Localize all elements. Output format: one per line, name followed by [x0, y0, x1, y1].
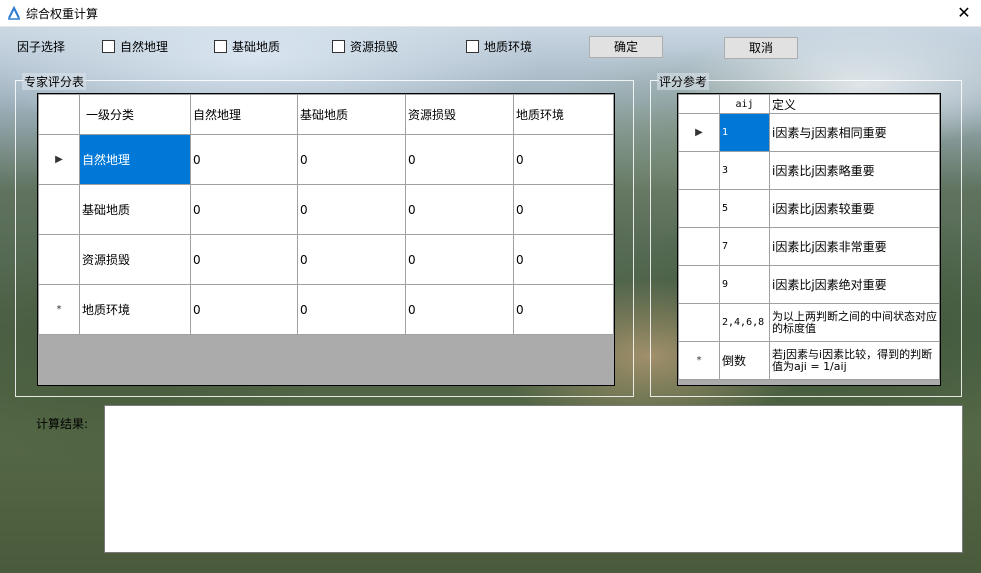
- factor-select-label: 因子选择: [17, 40, 66, 54]
- row-header-cell[interactable]: [678, 227, 720, 266]
- table-row[interactable]: * 地质环境 0 0 0 0: [38, 284, 614, 335]
- row-header-cell[interactable]: [678, 265, 720, 304]
- cell-category[interactable]: 基础地质: [79, 184, 191, 235]
- cell-definition[interactable]: 若j因素与i因素比较，得到的判断值为aji = 1/aij: [769, 341, 940, 380]
- cell-value[interactable]: 0: [190, 234, 298, 285]
- cell-definition[interactable]: 为以上两判断之间的中间状态对应的标度值: [769, 303, 940, 342]
- app-logo-icon: [8, 5, 20, 20]
- table-row[interactable]: 7 i因素比j因素非常重要: [678, 227, 940, 266]
- cell-aij[interactable]: 5: [719, 189, 770, 228]
- checkbox-label: 地质环境: [484, 40, 533, 54]
- table-row[interactable]: ▶ 自然地理 0 0 0 0: [38, 134, 614, 185]
- cell-category[interactable]: 资源损毁: [79, 234, 191, 285]
- cell-value[interactable]: 0: [513, 184, 614, 235]
- score-reference-legend: 评分参考: [657, 73, 710, 90]
- cell-value[interactable]: 0: [190, 184, 298, 235]
- cell-value[interactable]: 0: [513, 234, 614, 285]
- checkbox-resource-damage[interactable]: 资源损毁: [332, 38, 398, 55]
- cell-definition[interactable]: i因素与j因素相同重要: [769, 113, 940, 152]
- corner-header-cell: [38, 94, 80, 135]
- cell-aij[interactable]: 9: [719, 265, 770, 304]
- table-row[interactable]: * 倒数 若j因素与i因素比较，得到的判断值为aji = 1/aij: [678, 341, 940, 380]
- window-title: 综合权重计算: [26, 7, 99, 21]
- checkbox-label: 资源损毁: [350, 40, 399, 54]
- result-textbox[interactable]: [104, 405, 963, 553]
- checkbox-natural-geography[interactable]: 自然地理: [102, 38, 168, 55]
- score-reference-grid[interactable]: aij 定义 ▶ 1 i因素与j因素相同重要 3 i因素比j因素略重要 5 i因…: [677, 93, 941, 386]
- cell-definition[interactable]: i因素比j因素略重要: [769, 151, 940, 190]
- cell-value[interactable]: 0: [297, 284, 406, 335]
- table-header-row: aij 定义: [678, 94, 940, 114]
- table-row[interactable]: 5 i因素比j因素较重要: [678, 189, 940, 228]
- expert-score-legend: 专家评分表: [22, 73, 87, 90]
- ok-button[interactable]: 确定: [589, 36, 663, 58]
- cell-value[interactable]: 0: [297, 234, 406, 285]
- title-bar: 综合权重计算 ✕: [0, 0, 981, 27]
- result-label: 计算结果:: [36, 417, 89, 431]
- cell-aij[interactable]: 2,4,6,8: [719, 303, 770, 342]
- table-row[interactable]: 9 i因素比j因素绝对重要: [678, 265, 940, 304]
- table-row[interactable]: 3 i因素比j因素略重要: [678, 151, 940, 190]
- cell-aij[interactable]: 7: [719, 227, 770, 266]
- cell-value[interactable]: 0: [405, 134, 514, 185]
- close-button[interactable]: ✕: [953, 2, 975, 24]
- cell-definition[interactable]: i因素比j因素非常重要: [769, 227, 940, 266]
- column-header[interactable]: 资源损毁: [405, 94, 514, 135]
- cell-value[interactable]: 0: [297, 134, 406, 185]
- column-header-aij[interactable]: aij: [719, 94, 770, 114]
- cell-category[interactable]: 地质环境: [79, 284, 191, 335]
- new-row-asterisk-icon[interactable]: *: [38, 284, 80, 335]
- cell-definition[interactable]: i因素比j因素较重要: [769, 189, 940, 228]
- cell-aij[interactable]: 倒数: [719, 341, 770, 380]
- expert-score-table: 一级分类 自然地理 基础地质 资源损毁 地质环境 ▶ 自然地理 0 0 0 0 …: [38, 94, 614, 335]
- cell-value[interactable]: 0: [190, 134, 298, 185]
- row-header-cell[interactable]: [678, 303, 720, 342]
- row-header-cell[interactable]: [678, 151, 720, 190]
- table-row[interactable]: 资源损毁 0 0 0 0: [38, 234, 614, 285]
- column-header[interactable]: 地质环境: [513, 94, 614, 135]
- cell-value[interactable]: 0: [513, 134, 614, 185]
- column-header[interactable]: 自然地理: [190, 94, 298, 135]
- corner-header-cell: [678, 94, 720, 114]
- checkbox-box[interactable]: [466, 40, 479, 53]
- cell-value[interactable]: 0: [297, 184, 406, 235]
- cell-definition[interactable]: i因素比j因素绝对重要: [769, 265, 940, 304]
- new-row-asterisk-icon[interactable]: *: [678, 341, 720, 380]
- checkbox-box[interactable]: [214, 40, 227, 53]
- row-current-marker-icon[interactable]: ▶: [678, 113, 720, 152]
- table-row[interactable]: ▶ 1 i因素与j因素相同重要: [678, 113, 940, 152]
- table-row[interactable]: 基础地质 0 0 0 0: [38, 184, 614, 235]
- cell-aij[interactable]: 1: [719, 113, 770, 152]
- cell-value[interactable]: 0: [513, 284, 614, 335]
- checkbox-box[interactable]: [102, 40, 115, 53]
- expert-score-grid[interactable]: 一级分类 自然地理 基础地质 资源损毁 地质环境 ▶ 自然地理 0 0 0 0 …: [37, 93, 615, 386]
- cancel-button[interactable]: 取消: [724, 37, 798, 59]
- checkbox-box[interactable]: [332, 40, 345, 53]
- checkbox-label: 自然地理: [120, 40, 169, 54]
- cell-aij[interactable]: 3: [719, 151, 770, 190]
- cell-category[interactable]: 自然地理: [79, 134, 191, 185]
- column-header-definition[interactable]: 定义: [769, 94, 940, 114]
- checkbox-basic-geology[interactable]: 基础地质: [214, 38, 280, 55]
- cell-value[interactable]: 0: [405, 284, 514, 335]
- cell-value[interactable]: 0: [405, 184, 514, 235]
- checkbox-label: 基础地质: [232, 40, 281, 54]
- score-reference-table: aij 定义 ▶ 1 i因素与j因素相同重要 3 i因素比j因素略重要 5 i因…: [678, 94, 940, 380]
- column-header[interactable]: 基础地质: [297, 94, 406, 135]
- table-row[interactable]: 2,4,6,8 为以上两判断之间的中间状态对应的标度值: [678, 303, 940, 342]
- row-current-marker-icon[interactable]: ▶: [38, 134, 80, 185]
- cell-value[interactable]: 0: [190, 284, 298, 335]
- table-header-row: 一级分类 自然地理 基础地质 资源损毁 地质环境: [38, 94, 614, 135]
- column-header[interactable]: 一级分类: [79, 94, 191, 135]
- row-header-cell[interactable]: [38, 184, 80, 235]
- row-header-cell[interactable]: [678, 189, 720, 228]
- row-header-cell[interactable]: [38, 234, 80, 285]
- cell-value[interactable]: 0: [405, 234, 514, 285]
- checkbox-geo-environment[interactable]: 地质环境: [466, 38, 532, 55]
